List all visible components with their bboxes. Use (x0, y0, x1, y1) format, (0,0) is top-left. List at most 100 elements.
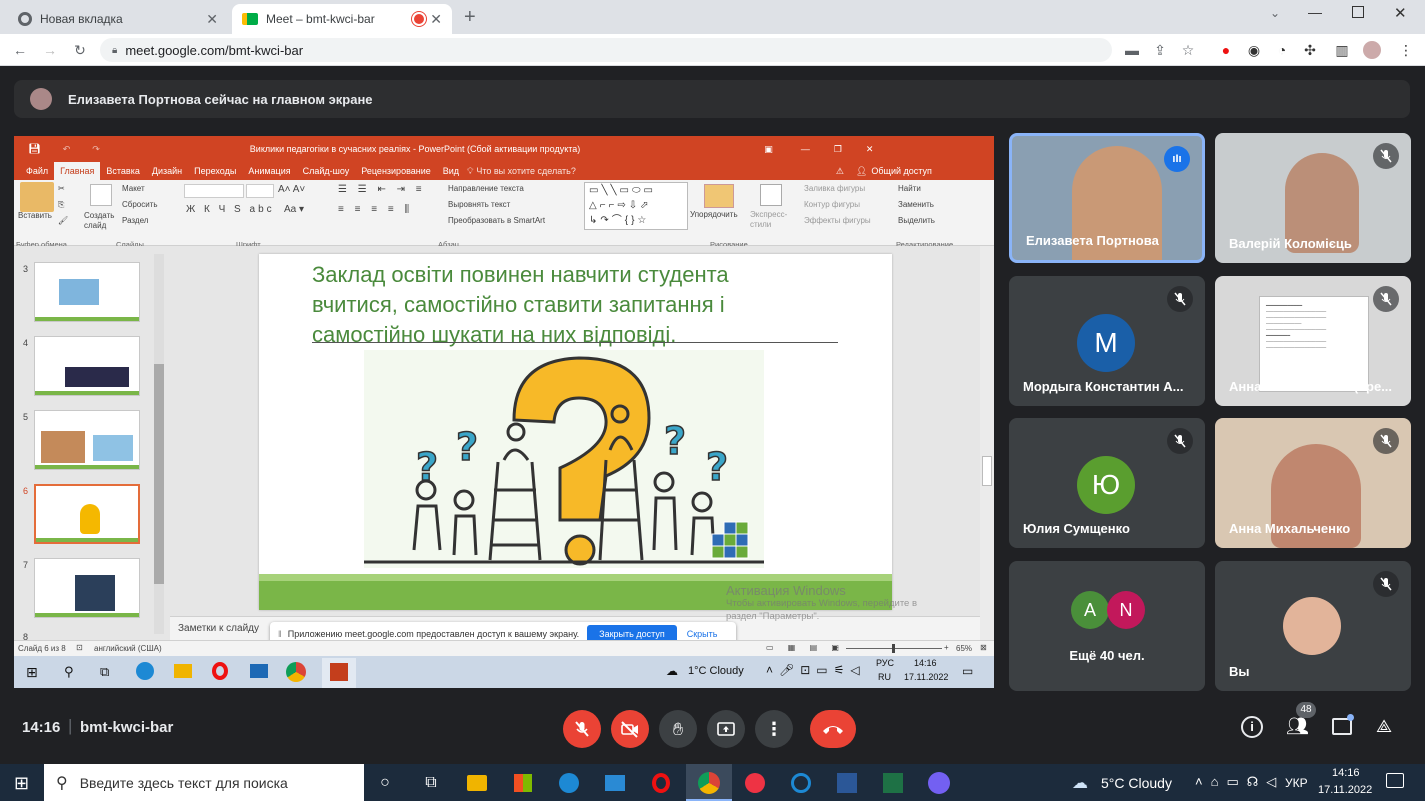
mic-toggle-button[interactable] (563, 710, 601, 748)
minimize-icon[interactable]: — (801, 144, 810, 154)
edge-icon[interactable] (136, 662, 154, 680)
activities-icon[interactable]: ⟁ (1376, 716, 1392, 737)
slide-thumbnail[interactable] (34, 262, 140, 322)
quick-styles-button[interactable]: Экспресс-стили (750, 210, 790, 230)
chrome-icon[interactable] (696, 770, 722, 796)
paste-icon[interactable] (20, 182, 54, 212)
menu-design[interactable]: Дизайн (146, 166, 188, 176)
menu-home[interactable]: Главная (54, 162, 101, 180)
list-icons[interactable]: ☰ ☰ ⇤ ⇥ ≡ (338, 184, 426, 195)
self-tile[interactable]: Вы (1215, 561, 1411, 691)
drag-handle-icon[interactable]: ‖ (278, 629, 282, 639)
opera-icon[interactable]: ● (1214, 38, 1238, 62)
align-text-button[interactable]: Выровнять текст (448, 200, 510, 209)
save-icon[interactable]: 💾︎ (28, 144, 41, 155)
menu-slideshow[interactable]: Слайд-шоу (297, 166, 356, 176)
new-slide-button[interactable]: Создать слайд (84, 211, 124, 231)
menu-animation[interactable]: Анимация (242, 166, 296, 176)
info-icon[interactable]: i (1241, 716, 1263, 738)
slide-scrollbar[interactable] (980, 246, 994, 640)
present-button[interactable] (707, 710, 745, 748)
task-view-icon[interactable]: ⧉ (418, 770, 444, 796)
file-explorer-icon[interactable] (174, 664, 192, 678)
close-icon[interactable]: ✕ (866, 144, 874, 155)
mail-icon[interactable] (250, 664, 268, 678)
back-icon[interactable]: ← (8, 38, 32, 62)
zoom-out-icon[interactable]: − (834, 643, 839, 652)
camera-icon[interactable]: ▬ (1120, 38, 1144, 62)
share-icon[interactable]: ⇪ (1148, 38, 1172, 62)
excel-icon[interactable] (880, 770, 906, 796)
slide-thumbnail-active[interactable] (34, 484, 140, 544)
format-painter-icon[interactable]: 🖌︎ (58, 216, 68, 225)
new-tab-icon[interactable]: + (464, 6, 476, 29)
inner-lang2[interactable]: RU (878, 672, 891, 682)
windows-start-icon[interactable]: ⊞ (14, 773, 29, 794)
forward-icon[interactable]: → (38, 38, 62, 62)
replace-button[interactable]: Заменить (898, 200, 934, 209)
ccleaner-icon[interactable] (788, 770, 814, 796)
tab-new-tab[interactable]: Новая вкладка ✕ (8, 4, 228, 34)
viber-icon[interactable] (926, 770, 952, 796)
powerpoint-icon[interactable] (330, 663, 348, 681)
text-direction-button[interactable]: Направление текста (448, 184, 524, 193)
inner-clock[interactable]: 14:16 (914, 658, 937, 668)
language-status[interactable]: английский (США) (94, 644, 162, 653)
profile-avatar[interactable] (1360, 38, 1384, 62)
arrange-button[interactable]: Упорядочить (690, 210, 738, 219)
undo-icon[interactable]: ↶ (63, 144, 71, 155)
taskbar-weather[interactable]: 5°C Cloudy (1101, 775, 1172, 791)
participant-tile[interactable]: ıIı Елизавета Портнова (1009, 133, 1205, 263)
find-button[interactable]: Найти (898, 184, 921, 193)
redo-icon[interactable]: ↷ (92, 144, 100, 155)
address-bar[interactable]: 🔒︎ meet.google.com/bmt-kwci-bar (100, 38, 1112, 62)
slide-thumbnail[interactable] (34, 336, 140, 396)
input-language[interactable]: УКР (1285, 776, 1308, 790)
text-case-icon[interactable]: Aa ▾ (284, 204, 304, 215)
file-explorer-icon[interactable] (464, 770, 490, 796)
fit-slide-icon[interactable]: ⊠ (980, 643, 987, 652)
zoom-slider[interactable] (846, 644, 942, 653)
participant-tile[interactable]: Валерій Коломієць (1215, 133, 1411, 263)
ribbon-display-icon[interactable]: ▣ (764, 144, 773, 155)
cortana-icon[interactable]: ○ (372, 770, 398, 796)
leave-call-button[interactable] (810, 710, 856, 748)
raise-hand-button[interactable]: ✋︎ (659, 710, 697, 748)
restore-icon[interactable]: ❐ (834, 144, 842, 155)
thumbs-scrollbar[interactable] (154, 254, 164, 634)
notification-icon[interactable]: ▭ (962, 664, 973, 678)
app-icon[interactable] (742, 770, 768, 796)
taskbar-search[interactable]: ⚲ Введите здесь текст для поиска (44, 764, 364, 801)
paste-button[interactable]: Вставить (18, 211, 52, 220)
inner-date[interactable]: 17.11.2022 (904, 672, 948, 682)
taskbar-date[interactable]: 17.11.2022 (1318, 784, 1372, 796)
select-button[interactable]: Выделить (898, 216, 935, 225)
slide-thumbnail[interactable] (34, 558, 140, 618)
quick-styles-icon[interactable] (760, 184, 782, 206)
puzzle-icon[interactable]: ✣ (1298, 38, 1322, 62)
participant-tile[interactable]: М Мордыга Константин А... (1009, 276, 1205, 406)
maximize-icon[interactable] (1352, 6, 1364, 18)
inner-lang1[interactable]: РУС (876, 658, 894, 668)
system-tray-icons[interactable]: ˄⌂▭☊◁︎ (1195, 774, 1284, 790)
zoom-in-icon[interactable]: + (944, 643, 949, 652)
shape-outline-button[interactable]: Контур фигуры (804, 200, 860, 209)
shape-effects-button[interactable]: Эффекты фигуры (804, 216, 871, 225)
store-icon[interactable] (510, 770, 536, 796)
edge-icon[interactable] (556, 770, 582, 796)
inner-weather[interactable]: 1°C Cloudy (688, 665, 744, 677)
close-icon[interactable]: ✕ (206, 11, 218, 28)
close-window-icon[interactable]: ✕ (1394, 4, 1407, 22)
tray-icons[interactable]: ˄🎤︎⊡▭⚟◁︎ (766, 663, 866, 677)
menu-review[interactable]: Рецензирование (355, 166, 437, 176)
new-slide-icon[interactable] (90, 184, 112, 206)
menu-transitions[interactable]: Переходы (188, 166, 242, 176)
shape-fill-button[interactable]: Заливка фигуры (804, 184, 865, 193)
chevron-down-icon[interactable]: ⌄ (1270, 6, 1280, 20)
cut-icon[interactable]: ✂ (58, 184, 65, 193)
hide-share-bar-link[interactable]: Скрыть (687, 629, 718, 639)
word-icon[interactable] (834, 770, 860, 796)
slide-thumbnail[interactable] (34, 410, 140, 470)
align-icons[interactable]: ≡ ≡ ≡ ≡ ⫼ (338, 204, 413, 215)
reset-button[interactable]: Сбросить (122, 200, 158, 209)
